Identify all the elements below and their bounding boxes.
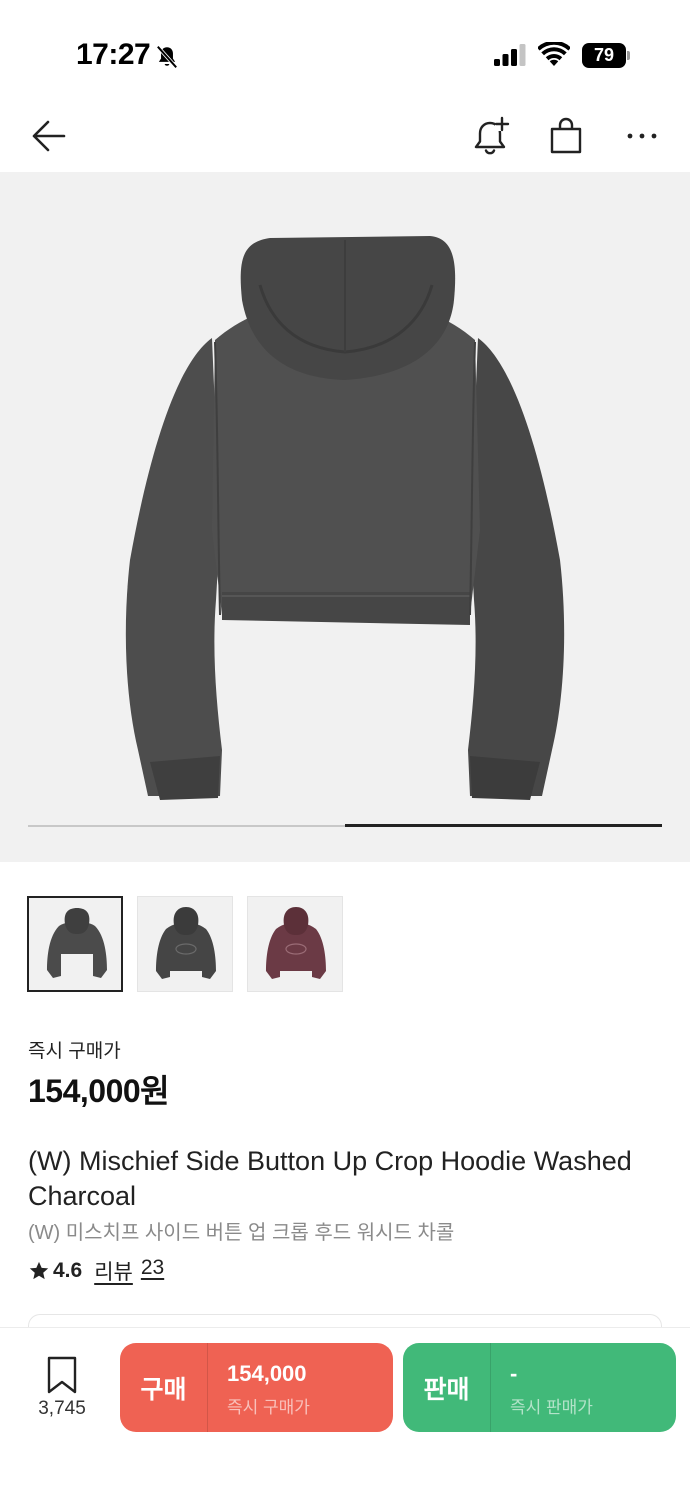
sell-button-label: 판매 [403,1343,491,1432]
reviews-count: 23 [140,1256,165,1279]
buy-button-price: 154,000 [227,1361,307,1386]
arrow-left-icon [32,120,66,152]
product-image-carousel[interactable] [0,172,690,862]
bookmark-icon [47,1356,77,1394]
hoodie-burgundy-thumbnail [266,907,326,979]
reviews-label: 리뷰 [94,1261,133,1284]
shopping-bag-icon [550,117,582,154]
battery-indicator: 79 [582,43,630,68]
more-options-button[interactable] [618,112,666,160]
thumbnail-3[interactable] [247,896,343,992]
buy-button-label: 구매 [120,1343,208,1432]
rating-score: 4.6 [53,1259,83,1282]
product-image [125,236,565,800]
shopping-bag-button[interactable] [542,112,590,160]
product-title-korean: (W) 미스치프 사이드 버튼 업 크롭 후드 워시드 차콜 [28,1222,455,1244]
thumbnail-strip [27,896,343,992]
instant-buy-price: 154,000원 [28,1073,170,1109]
cellular-signal-icon [494,44,526,66]
bell-plus-icon [474,116,510,155]
product-title: (W) Mischief Side Button Up Crop Hoodie … [28,1146,632,1211]
bottom-action-bar: 3,745 구매 154,000 즉시 구매가 판매 - 즉시 판매가 [0,1327,690,1500]
buy-button-sublabel: 즉시 구매가 [227,1398,310,1417]
wishlist-button[interactable]: 3,745 [28,1356,96,1426]
thumbnail-2[interactable] [137,896,233,992]
hoodie-back-thumbnail [47,908,107,978]
price-alert-button[interactable] [466,112,514,160]
battery-level: 79 [582,43,626,68]
sell-button[interactable]: 판매 - 즉시 판매가 [403,1343,676,1432]
wishlist-count: 3,745 [38,1398,86,1419]
instant-buy-price-label: 즉시 구매가 [28,1041,121,1062]
reviews-link[interactable]: 리뷰 23 [94,1256,164,1286]
top-nav [0,100,690,172]
star-icon [29,1261,49,1280]
status-time: 17:27 [76,38,151,71]
bell-muted-icon [156,45,178,69]
thumbnail-1[interactable] [27,896,123,992]
status-bar: 17:27 79 [0,0,690,100]
battery-nub [627,51,630,60]
wifi-icon [538,42,570,66]
more-horizontal-icon [627,133,657,139]
carousel-progress-indicator [345,824,662,827]
sell-button-price: - [510,1361,518,1386]
product-rating: 4.6 리뷰 23 [28,1256,164,1286]
buy-button[interactable]: 구매 154,000 즉시 구매가 [120,1343,393,1432]
sell-button-sublabel: 즉시 판매가 [510,1398,593,1417]
hoodie-charcoal-thumbnail [156,907,216,979]
back-button[interactable] [24,112,72,160]
